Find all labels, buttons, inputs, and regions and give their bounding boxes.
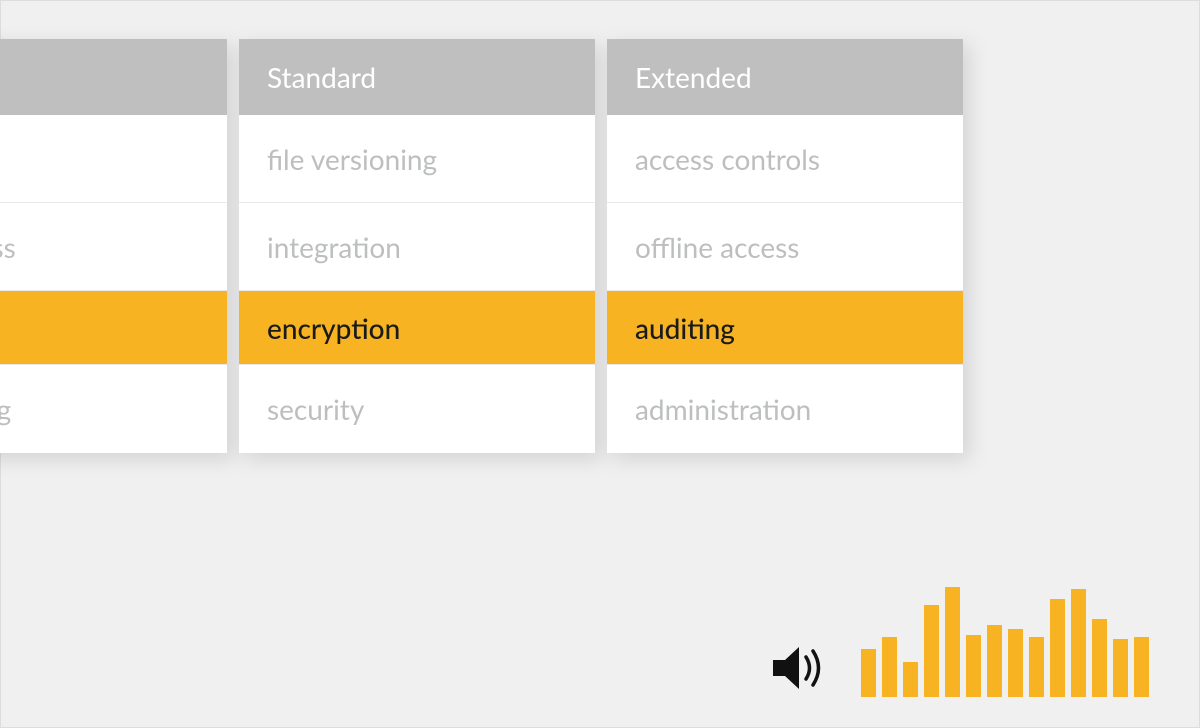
table-cell: rolation xyxy=(0,115,227,203)
audio-bar xyxy=(1113,639,1128,697)
audio-bar xyxy=(882,637,897,697)
column-extended: Extended access controls offline access … xyxy=(607,39,963,453)
column-standard: Standard file versioning integration enc… xyxy=(239,39,595,453)
audio-bar xyxy=(966,635,981,697)
audio-bar xyxy=(987,625,1002,697)
audio-bar xyxy=(1029,637,1044,697)
feature-table: Basic rolation ne access ntion ersioning… xyxy=(0,39,963,453)
audio-bar xyxy=(1092,619,1107,697)
audio-bars xyxy=(861,577,1149,697)
table-cell: ne access xyxy=(0,203,227,291)
audio-visualizer xyxy=(771,577,1149,697)
table-cell: administration xyxy=(607,365,963,453)
table-cell-highlighted[interactable]: auditing xyxy=(607,291,963,365)
audio-bar xyxy=(924,605,939,697)
audio-bar xyxy=(1134,637,1149,697)
column-basic: Basic rolation ne access ntion ersioning xyxy=(0,39,227,453)
table-cell: integration xyxy=(239,203,595,291)
audio-bar xyxy=(1071,589,1086,697)
table-cell: file versioning xyxy=(239,115,595,203)
column-header: Basic xyxy=(0,39,227,115)
audio-bar xyxy=(945,587,960,697)
table-cell-highlighted[interactable]: encryption xyxy=(239,291,595,365)
column-header: Extended xyxy=(607,39,963,115)
table-cell-highlighted[interactable]: ntion xyxy=(0,291,227,365)
table-cell: offline access xyxy=(607,203,963,291)
table-cell: access controls xyxy=(607,115,963,203)
audio-bar xyxy=(1008,629,1023,697)
audio-bar xyxy=(903,662,918,697)
table-cell: security xyxy=(239,365,595,453)
column-header: Standard xyxy=(239,39,595,115)
speaker-icon[interactable] xyxy=(771,643,831,693)
table-cell: ersioning xyxy=(0,365,227,453)
audio-bar xyxy=(861,649,876,697)
audio-bar xyxy=(1050,599,1065,697)
